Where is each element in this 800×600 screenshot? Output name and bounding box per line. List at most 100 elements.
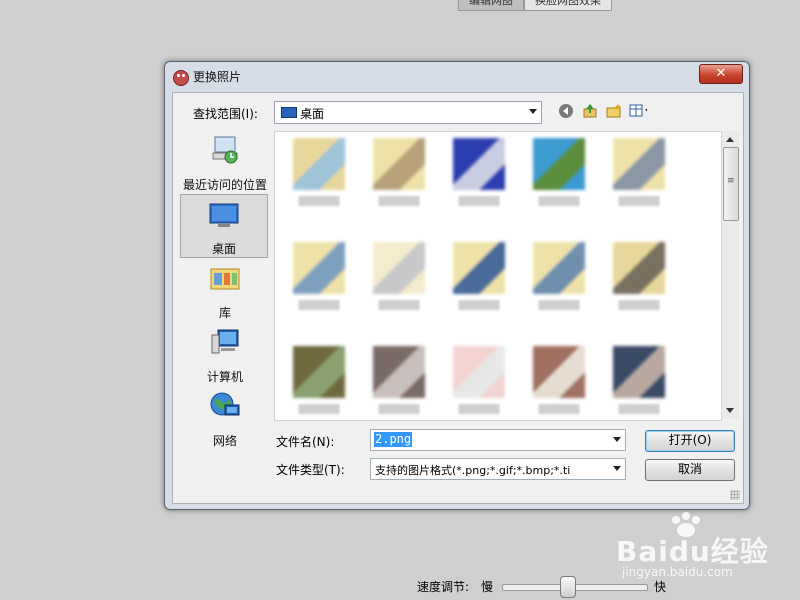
file-item[interactable] (439, 340, 519, 420)
filename-input[interactable]: 2.png (370, 429, 626, 451)
cancel-button[interactable]: 取消 (645, 459, 735, 481)
file-name-blurred (445, 196, 513, 206)
file-name-blurred (285, 300, 353, 310)
file-item[interactable] (439, 236, 519, 326)
file-name-blurred (445, 300, 513, 310)
filetype-value: 支持的图片格式(*.png;*.gif;*.bmp;*.ti (375, 464, 571, 477)
file-thumbnail (293, 138, 345, 190)
places-bar: 最近访问的位置 桌面 库 计算机 网络 (179, 131, 271, 471)
file-item[interactable] (279, 340, 359, 420)
chevron-down-icon[interactable] (529, 109, 537, 114)
file-name-blurred (285, 196, 353, 206)
tab-edit[interactable]: 编辑网图 (458, 0, 524, 11)
filetype-select[interactable]: 支持的图片格式(*.png;*.gif;*.bmp;*.ti (370, 458, 626, 480)
file-thumbnail (453, 242, 505, 294)
place-label: 网络 (212, 434, 237, 448)
back-button[interactable] (557, 102, 575, 120)
place-computer[interactable]: 计算机 (179, 323, 271, 385)
place-label: 桌面 (211, 242, 236, 256)
chevron-down-icon[interactable] (613, 466, 621, 471)
desktop-icon (209, 203, 239, 227)
speed-slider-knob[interactable] (559, 576, 576, 598)
desktop-icon (281, 107, 297, 118)
libraries-icon (210, 268, 240, 290)
file-item[interactable] (359, 340, 439, 420)
up-folder-button[interactable] (581, 102, 599, 120)
file-list-scrollbar[interactable] (721, 131, 739, 419)
scroll-up-icon[interactable] (726, 137, 734, 142)
scrollbar-thumb[interactable] (723, 147, 739, 221)
computer-icon (211, 329, 239, 354)
file-name-blurred (605, 300, 673, 310)
close-button[interactable]: ✕ (699, 64, 743, 84)
open-button[interactable]: 打开(O) (645, 430, 735, 452)
file-item[interactable] (599, 132, 679, 222)
file-item[interactable] (279, 236, 359, 326)
file-name-blurred (605, 196, 673, 206)
file-thumbnail (373, 138, 425, 190)
resize-grip[interactable] (730, 490, 740, 500)
file-name-blurred (525, 196, 593, 206)
place-label: 最近访问的位置 (182, 178, 267, 192)
watermark-url: jingyan.baidu.com (622, 565, 733, 579)
file-name-blurred (285, 404, 353, 414)
file-thumbnail (453, 346, 505, 398)
file-thumbnail (293, 242, 345, 294)
file-thumbnail (533, 138, 585, 190)
file-thumbnail (533, 346, 585, 398)
file-item[interactable] (439, 132, 519, 222)
up-folder-icon (583, 104, 597, 118)
file-name-blurred (445, 404, 513, 414)
file-name-blurred (605, 404, 673, 414)
file-name-blurred (365, 196, 433, 206)
file-item[interactable] (599, 340, 679, 420)
nav-toolbar (557, 102, 647, 120)
file-item[interactable] (519, 340, 599, 420)
place-libraries[interactable]: 库 (179, 259, 271, 321)
file-thumbnail (293, 346, 345, 398)
tab-result[interactable]: 换脸网图效果 (524, 0, 612, 11)
file-item[interactable] (519, 236, 599, 326)
place-label: 库 (218, 306, 231, 320)
place-recent[interactable]: 最近访问的位置 (179, 131, 271, 193)
view-grid-icon (629, 104, 647, 117)
look-in-combo[interactable]: 桌面 (274, 101, 542, 124)
title-bar: 更换照片 ✕ (165, 62, 749, 90)
app-icon (173, 70, 189, 86)
recent-places-icon (212, 136, 238, 164)
file-name-blurred (525, 300, 593, 310)
file-thumbnail (373, 346, 425, 398)
file-thumbnail (453, 138, 505, 190)
file-item[interactable] (599, 236, 679, 326)
file-item[interactable] (359, 236, 439, 326)
file-name-blurred (365, 404, 433, 414)
file-thumbnail (533, 242, 585, 294)
file-item[interactable] (519, 132, 599, 222)
file-name-blurred (525, 404, 593, 414)
filetype-label: 文件类型(T): (276, 463, 345, 477)
change-photo-dialog: 更换照片 ✕ 查找范围(I): 桌面 最近访问的位置 桌面 库 计算机 网络 ≡… (164, 61, 750, 510)
file-item[interactable] (359, 132, 439, 222)
speed-slow-label: 慢 (481, 580, 494, 594)
top-tab-bar: 编辑网图 换脸网图效果 (458, 0, 612, 11)
chevron-down-icon[interactable] (613, 437, 621, 442)
watermark-text: Baidu经验 (616, 535, 769, 568)
place-network[interactable]: 网络 (179, 387, 271, 449)
dialog-title: 更换照片 (193, 70, 242, 84)
baidu-watermark: Baidu经验 jingyan.baidu.com (608, 512, 798, 598)
file-item[interactable] (279, 132, 359, 222)
view-menu-button[interactable] (629, 102, 647, 120)
filename-label: 文件名(N): (276, 435, 335, 449)
dialog-client: 查找范围(I): 桌面 最近访问的位置 桌面 库 计算机 网络 ≡ 文件名(N)… (172, 92, 744, 504)
speed-label: 速度调节: (417, 580, 470, 594)
new-folder-button[interactable] (605, 102, 623, 120)
look-in-value: 桌面 (300, 107, 325, 121)
scroll-down-icon[interactable] (726, 408, 734, 413)
look-in-label: 查找范围(I): (193, 107, 258, 121)
new-folder-icon (606, 104, 621, 118)
network-icon (210, 392, 240, 416)
place-label: 计算机 (206, 370, 243, 384)
file-list[interactable] (274, 131, 722, 421)
place-desktop[interactable]: 桌面 (180, 194, 268, 258)
file-name-blurred (365, 300, 433, 310)
